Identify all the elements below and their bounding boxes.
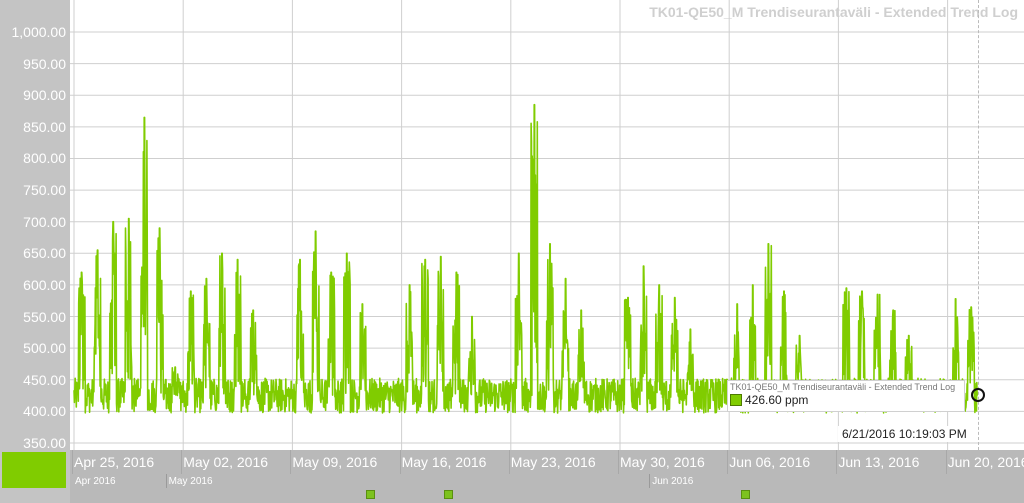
y-tick-label: 550.00 (23, 308, 66, 325)
y-tick-label: 350.00 (23, 435, 66, 451)
x-tick-separator (72, 450, 73, 474)
y-tick-label: 900.00 (23, 87, 66, 104)
y-tick-label: 800.00 (23, 150, 66, 167)
x-axis: Apr 25, 2016 May 02, 2016 May 09, 2016 May … (70, 450, 1024, 474)
x-tick-separator (836, 450, 838, 474)
x-tick-label: Apr 25, 2016 (74, 454, 155, 470)
y-tick-label: 1,000.00 (11, 24, 67, 40)
x-tick-label: Jun 20, 2016 (947, 454, 1024, 470)
value-tooltip: TK01-QE50_M Trendiseurantaväli - Extende… (727, 380, 965, 412)
y-tick-label: 950.00 (23, 55, 66, 72)
x-tick-label: May 09, 2016 (292, 454, 378, 470)
cursor-line (977, 0, 979, 450)
series-color-swatch[interactable] (2, 452, 66, 488)
y-tick-label: 650.00 (23, 245, 66, 262)
x-tick-separator (727, 450, 729, 474)
y-tick-label: 450.00 (23, 371, 66, 388)
x-tick-separator (181, 450, 183, 474)
x-tick-label: May 30, 2016 (620, 454, 705, 470)
x-tick-separator (508, 450, 510, 474)
x-tick-label: May 02, 2016 (183, 454, 269, 470)
series-line (73, 103, 978, 414)
x-tick-label: May 16, 2016 (401, 454, 487, 470)
y-tick-label: 600.00 (23, 276, 66, 293)
overview-month-label: Apr 2016 (75, 476, 116, 487)
x-tick-separator (290, 450, 292, 474)
y-tick-label: 700.00 (23, 213, 66, 230)
x-tick-label: Jun 06, 2016 (729, 454, 811, 470)
overview-event-marker[interactable] (444, 490, 454, 499)
y-tick-label: 500.00 (23, 340, 66, 357)
x-tick-separator (399, 450, 401, 474)
tooltip-value: 426.60 ppm (745, 393, 809, 407)
x-tick-separator (945, 450, 947, 474)
legend-area (0, 450, 70, 503)
x-tick-label: May 23, 2016 (510, 454, 596, 470)
overview-month-label: May 2016 (168, 476, 213, 487)
overview-separator (165, 474, 167, 488)
y-tick-label: 850.00 (23, 118, 66, 135)
y-tick-label: 750.00 (23, 182, 66, 199)
overview-event-marker[interactable] (366, 490, 376, 499)
tooltip-title: TK01-QE50_M Trendiseurantaväli - Extende… (730, 382, 956, 392)
chart-title: TK01-QE50_M Trendiseurantaväli - Extende… (649, 4, 1018, 20)
cursor-point[interactable] (970, 387, 985, 402)
y-tick-label: 400.00 (23, 403, 66, 420)
overview-timeline[interactable]: Apr 2016 May 2016 Jun 2016 (70, 474, 1024, 503)
tooltip-swatch (730, 394, 742, 406)
cursor-time-label: 6/21/2016 10:19:03 PM (838, 426, 971, 442)
overview-event-marker[interactable] (740, 490, 750, 499)
overview-separator (649, 474, 651, 488)
overview-month-label: Jun 2016 (652, 476, 694, 487)
x-tick-separator (618, 450, 619, 474)
x-tick-label: Jun 13, 2016 (838, 454, 920, 470)
y-axis: 1,000.00 950.00 900.00 850.00 800.00 750.00 70… (0, 0, 70, 451)
